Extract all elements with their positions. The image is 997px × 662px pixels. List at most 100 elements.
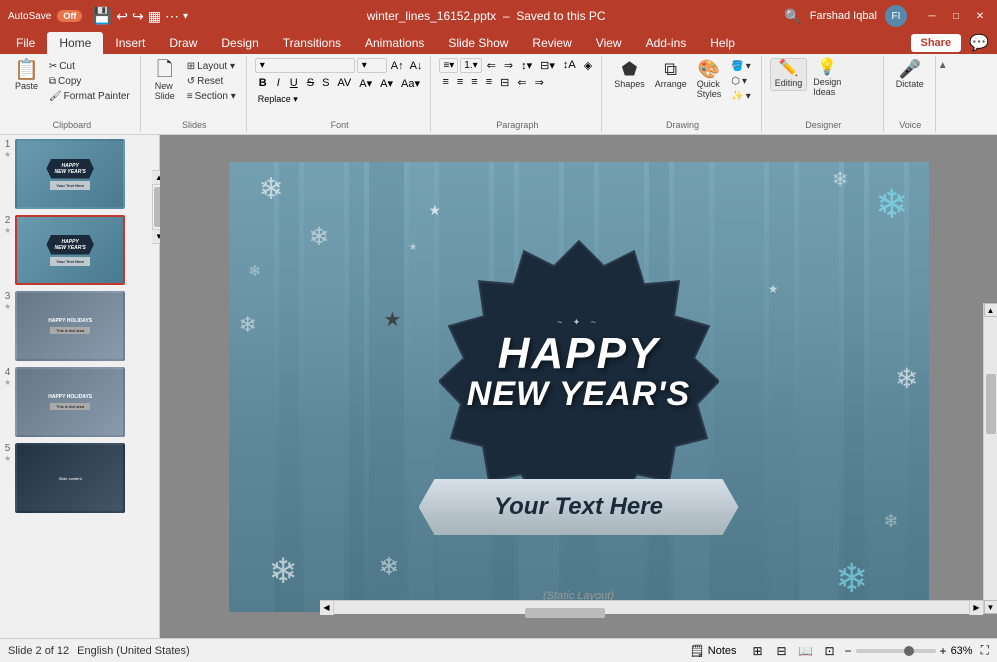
slide-thumb-3[interactable]: 3 ★ HAPPY HOLIDAYS This is text area	[4, 291, 155, 361]
cut-button[interactable]: ✂ Cut	[45, 60, 134, 73]
section-button[interactable]: ≡ Section ▾	[183, 90, 240, 103]
font-replace-button[interactable]: Replace ▾	[255, 93, 301, 106]
dictate-button[interactable]: 🎤 Dictate	[892, 58, 928, 91]
tab-file[interactable]: File	[4, 32, 47, 54]
strikethrough-button[interactable]: S	[304, 76, 317, 90]
hscroll-thumb[interactable]	[525, 608, 605, 618]
fit-slide-button[interactable]: ⛶	[981, 643, 989, 658]
copy-button[interactable]: ⧉ Copy	[45, 75, 134, 88]
slide-thumb-1[interactable]: 1 ★ HAPPYNEW YEAR'S Your Text Here	[4, 139, 155, 209]
more-icon[interactable]: ⋯	[165, 8, 179, 25]
tab-design[interactable]: Design	[209, 32, 270, 54]
undo-icon[interactable]: ↩	[116, 8, 128, 25]
scroll-up-button[interactable]: ▲	[152, 171, 160, 185]
scroll-down-button[interactable]: ▼	[152, 229, 160, 243]
font-name-dropdown[interactable]: ▾	[255, 58, 355, 73]
slide-thumbnail-4[interactable]: HAPPY HOLIDAYS This is text area	[15, 367, 125, 437]
present-icon[interactable]: ▦	[148, 8, 161, 25]
slide-frame[interactable]: ❄ ❄ ❄ ❄ ❄ ❄ ❄ ❄ ❄ ❄ ❄ ★ ★ ★ ★ ★	[229, 162, 929, 612]
scroll-right-btn[interactable]: ▶	[969, 601, 983, 615]
more-para-button[interactable]: ⊟	[497, 75, 512, 90]
editing-button[interactable]: ✏️ Editing	[770, 58, 808, 91]
shape-outline-button[interactable]: ⬡ ▾	[727, 75, 754, 88]
zoom-out-button[interactable]: −	[845, 644, 852, 658]
collapse-ribbon[interactable]: ▲	[938, 56, 948, 132]
line-spacing-button[interactable]: ↕▾	[518, 58, 535, 73]
your-text-label[interactable]: Your Text Here	[494, 493, 663, 520]
comments-icon[interactable]: 💬	[969, 33, 989, 53]
smartart-button[interactable]: ◈	[581, 58, 595, 73]
shadow-button[interactable]: S	[319, 76, 332, 90]
highlight-color-picker[interactable]: A▾	[377, 76, 396, 91]
slide-thumb-2[interactable]: 2 ★ HAPPYNEW YEAR'S Your Text Here	[4, 215, 155, 285]
shapes-button[interactable]: ⬟ Shapes	[610, 58, 649, 91]
char-spacing-button[interactable]: AV	[334, 76, 354, 90]
align-center-button[interactable]: ≡	[454, 75, 466, 90]
scroll-left-btn[interactable]: ◀	[320, 601, 334, 615]
design-ideas-button[interactable]: 💡 DesignIdeas	[809, 58, 845, 99]
slide-thumbnail-1[interactable]: HAPPYNEW YEAR'S Your Text Here	[15, 139, 125, 209]
reading-view-button[interactable]: 📖	[795, 642, 817, 660]
indent-more-button[interactable]: ⇒	[501, 58, 516, 73]
notes-button[interactable]: 🗒 Notes	[684, 642, 743, 660]
shape-fill-button[interactable]: 🪣 ▾	[727, 60, 754, 73]
decrease-font-button[interactable]: A↓	[408, 59, 425, 73]
slide-thumbnail-3[interactable]: HAPPY HOLIDAYS This is text area	[15, 291, 125, 361]
tab-draw[interactable]: Draw	[157, 32, 209, 54]
arrange-button[interactable]: ⧉ Arrange	[651, 58, 691, 91]
horizontal-scrollbar[interactable]: ◀ ▶	[320, 600, 983, 614]
maximize-button[interactable]: □	[947, 7, 965, 25]
underline-button[interactable]: U	[286, 75, 302, 91]
decrease-para-indent[interactable]: ⇐	[514, 75, 529, 90]
vertical-scrollbar[interactable]: ▲ ▼	[983, 303, 997, 614]
shape-effects-button[interactable]: ✨ ▾	[727, 90, 754, 103]
autosave-toggle[interactable]: Off	[57, 10, 82, 22]
justify-button[interactable]: ≡	[483, 75, 495, 90]
align-right-button[interactable]: ≡	[468, 75, 480, 90]
scroll-down-btn[interactable]: ▼	[984, 600, 997, 614]
scroll-thumb[interactable]	[986, 374, 996, 434]
normal-view-button[interactable]: ⊞	[747, 642, 769, 660]
slide-thumbnail-5[interactable]: Slide content	[15, 443, 125, 513]
presenter-view-button[interactable]: ⊡	[819, 642, 841, 660]
slide-panel-scroll[interactable]: 1 ★ HAPPYNEW YEAR'S Your Text Here	[0, 135, 159, 638]
tab-transitions[interactable]: Transitions	[271, 32, 353, 54]
bold-button[interactable]: B	[255, 75, 271, 91]
search-icon[interactable]: 🔍	[784, 8, 801, 25]
scroll-track[interactable]	[984, 317, 997, 600]
text-case-button[interactable]: Aa▾	[398, 76, 423, 91]
save-icon[interactable]: 💾	[92, 6, 112, 26]
minimize-button[interactable]: ─	[923, 7, 941, 25]
font-size-dropdown[interactable]: ▾	[357, 58, 387, 73]
tab-home[interactable]: Home	[47, 32, 103, 54]
new-slide-button[interactable]: 🗋 NewSlide	[149, 58, 181, 103]
text-direction-button[interactable]: ↕A	[560, 58, 579, 73]
slide-sorter-button[interactable]: ⊟	[771, 642, 793, 660]
zoom-slider[interactable]	[856, 649, 936, 653]
tab-slideshow[interactable]: Slide Show	[436, 32, 520, 54]
quick-styles-button[interactable]: 🎨 QuickStyles	[693, 58, 726, 101]
paste-button[interactable]: 📋 Paste	[10, 58, 43, 93]
layout-button[interactable]: ⊞ Layout ▾	[183, 60, 240, 73]
redo-icon[interactable]: ↪	[132, 8, 144, 25]
font-color-picker[interactable]: A▾	[356, 76, 375, 91]
tab-animations[interactable]: Animations	[353, 32, 436, 54]
slide-thumbnail-2[interactable]: HAPPYNEW YEAR'S Your Text Here	[15, 215, 125, 285]
zoom-level[interactable]: 63%	[951, 645, 973, 657]
slide-panel-scroll-bar[interactable]: ▲ ▼	[152, 170, 160, 244]
numbering-button[interactable]: 1.▾	[460, 58, 481, 73]
share-button[interactable]: Share	[911, 34, 962, 52]
tab-view[interactable]: View	[584, 32, 634, 54]
reset-button[interactable]: ↺ Reset	[183, 75, 240, 88]
banner-ribbon[interactable]: Your Text Here	[419, 479, 739, 535]
tab-addins[interactable]: Add-ins	[634, 32, 699, 54]
slide-thumb-4[interactable]: 4 ★ HAPPY HOLIDAYS This is text area	[4, 367, 155, 437]
format-painter-button[interactable]: 🖌 Format Painter	[45, 90, 134, 103]
increase-para-indent[interactable]: ⇒	[532, 75, 547, 90]
zoom-in-button[interactable]: +	[940, 644, 947, 658]
italic-button[interactable]: I	[273, 75, 284, 91]
bullets-button[interactable]: ≡▾	[439, 58, 458, 73]
tab-insert[interactable]: Insert	[103, 32, 157, 54]
columns-button[interactable]: ⊟▾	[537, 58, 558, 73]
zoom-slider-thumb[interactable]	[904, 646, 914, 656]
